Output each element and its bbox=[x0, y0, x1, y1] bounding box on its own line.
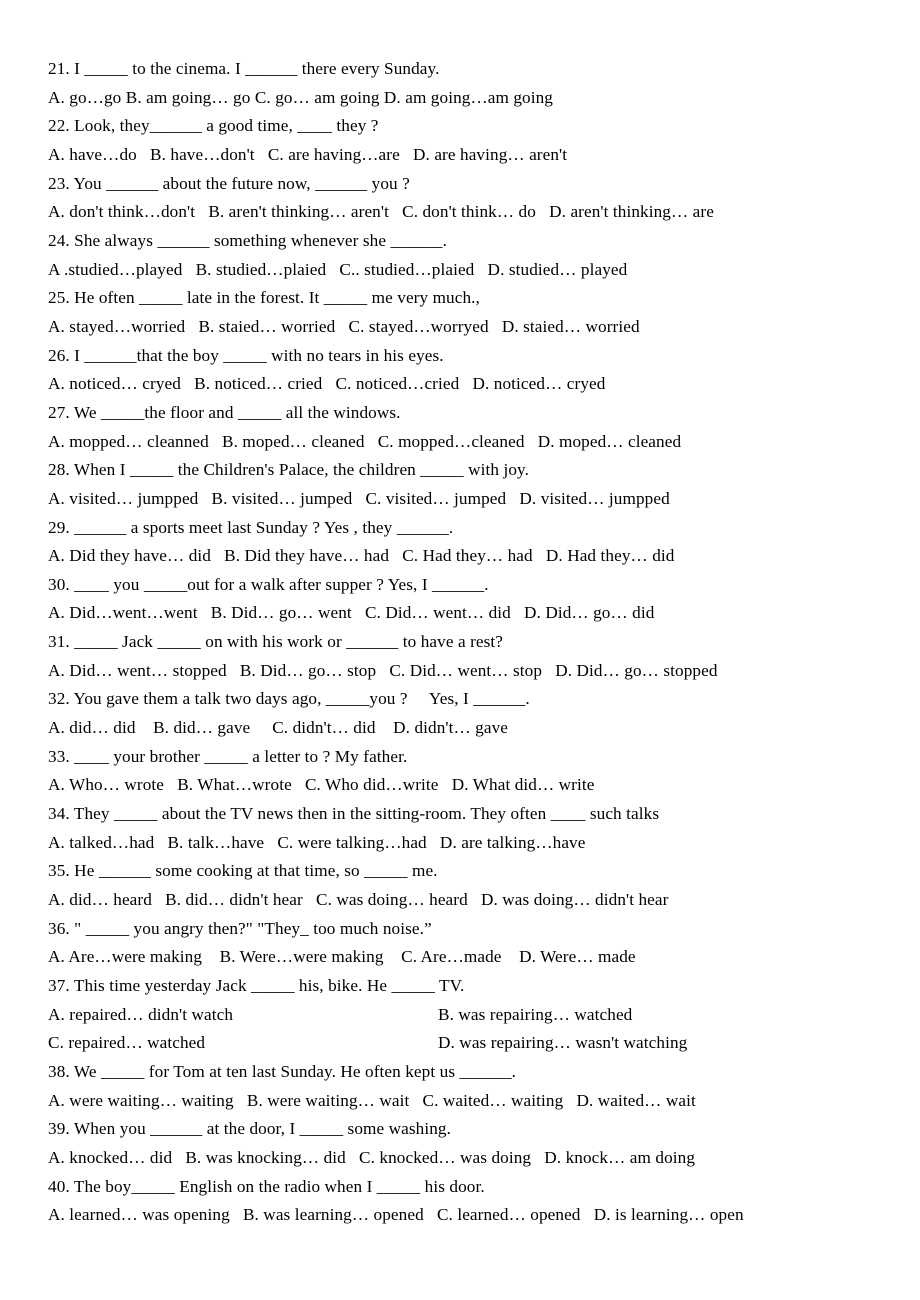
question-stem: 29. ______ a sports meet last Sunday ? Y… bbox=[48, 517, 454, 537]
question-stem: 37. This time yesterday Jack _____ his, … bbox=[48, 976, 465, 995]
question-options: A. did… did B. did… gave C. didn't… did … bbox=[48, 718, 509, 738]
question-options: A. stayed…worried B. staied… worried C. … bbox=[48, 316, 640, 336]
question-options: A. don't think…don't B. aren't thinking…… bbox=[48, 202, 714, 222]
question-stem: 36. " _____ you angry then?" "They_ too … bbox=[48, 918, 432, 938]
question-options-row-2: C. repaired… watched D. was repairing… w… bbox=[48, 1029, 875, 1058]
worksheet-page: 21. I _____ to the cinema. I ______ ther… bbox=[0, 0, 920, 1300]
question-options: A. Are…were making B. Were…were making C… bbox=[48, 947, 636, 967]
question-stem: 24. She always ______ something whenever… bbox=[48, 230, 448, 250]
question-34: 34. They _____ about the TV news then in… bbox=[48, 800, 875, 857]
question-stem: 31. _____ Jack _____ on with his work or… bbox=[48, 632, 504, 652]
question-options: A. did… heard B. did… didn't hear C. was… bbox=[48, 890, 669, 910]
question-options: A .studied…played B. studied…plaied C.. … bbox=[48, 259, 628, 279]
question-stem: 23. You ______ about the future now, ___… bbox=[48, 173, 410, 193]
question-stem: 33. ____ your brother _____ a letter to … bbox=[48, 746, 408, 766]
option-d: D. was repairing… wasn't watching bbox=[438, 1033, 688, 1053]
question-stem: 38. We _____ for Tom at ten last Sunday.… bbox=[48, 1061, 517, 1081]
question-29: 29. ______ a sports meet last Sunday ? Y… bbox=[48, 514, 875, 571]
question-options: A. Who… wrote B. What…wrote C. Who did…w… bbox=[48, 775, 595, 795]
question-options: A. Did…went…went B. Did… go… went C. Did… bbox=[48, 603, 655, 623]
question-27: 27. We _____the floor and _____ all the … bbox=[48, 399, 875, 456]
question-40: 40. The boy_____ English on the radio wh… bbox=[48, 1173, 875, 1230]
question-39: 39. When you ______ at the door, I _____… bbox=[48, 1115, 875, 1172]
question-stem: 28. When I _____ the Children's Palace, … bbox=[48, 460, 530, 480]
question-options: A. go…go B. am going… go C. go… am going… bbox=[48, 87, 553, 107]
question-stem: 25. He often _____ late in the forest. I… bbox=[48, 288, 480, 308]
question-37: 37. This time yesterday Jack _____ his, … bbox=[48, 972, 875, 1058]
question-options-row-1: A. repaired… didn't watch B. was repairi… bbox=[48, 1001, 875, 1030]
question-26: 26. I ______that the boy _____ with no t… bbox=[48, 342, 875, 399]
question-stem: 35. He ______ some cooking at that time,… bbox=[48, 861, 438, 881]
question-23: 23. You ______ about the future now, ___… bbox=[48, 170, 875, 227]
question-stem: 30. ____ you _____out for a walk after s… bbox=[48, 574, 489, 594]
question-stem: 39. When you ______ at the door, I _____… bbox=[48, 1119, 451, 1139]
question-24: 24. She always ______ something whenever… bbox=[48, 227, 875, 284]
question-options: A. noticed… cryed B. noticed… cried C. n… bbox=[48, 374, 606, 394]
question-30: 30. ____ you _____out for a walk after s… bbox=[48, 571, 875, 628]
option-a: A. repaired… didn't watch bbox=[48, 1004, 234, 1024]
question-stem: 22. Look, they______ a good time, ____ t… bbox=[48, 116, 379, 136]
question-32: 32. You gave them a talk two days ago, _… bbox=[48, 685, 875, 742]
question-options: A. Did… went… stopped B. Did… go… stop C… bbox=[48, 660, 718, 680]
question-options: A. talked…had B. talk…have C. were talki… bbox=[48, 832, 586, 852]
question-stem: 27. We _____the floor and _____ all the … bbox=[48, 402, 401, 422]
question-options: A. knocked… did B. was knocking… did C. … bbox=[48, 1147, 696, 1167]
question-22: 22. Look, they______ a good time, ____ t… bbox=[48, 112, 875, 169]
question-35: 35. He ______ some cooking at that time,… bbox=[48, 857, 875, 914]
option-b: B. was repairing… watched bbox=[438, 1004, 633, 1024]
question-stem: 40. The boy_____ English on the radio wh… bbox=[48, 1176, 485, 1196]
question-33: 33. ____ your brother _____ a letter to … bbox=[48, 743, 875, 800]
question-38: 38. We _____ for Tom at ten last Sunday.… bbox=[48, 1058, 875, 1115]
question-options: A. have…do B. have…don't C. are having…a… bbox=[48, 144, 568, 164]
question-25: 25. He often _____ late in the forest. I… bbox=[48, 284, 875, 341]
question-stem: 26. I ______that the boy _____ with no t… bbox=[48, 345, 444, 365]
question-36: 36. " _____ you angry then?" "They_ too … bbox=[48, 915, 875, 972]
option-c: C. repaired… watched bbox=[48, 1033, 206, 1053]
question-options: A. were waiting… waiting B. were waiting… bbox=[48, 1090, 696, 1110]
question-options: A. Did they have… did B. Did they have… … bbox=[48, 546, 675, 566]
question-stem: 21. I _____ to the cinema. I ______ ther… bbox=[48, 59, 440, 78]
question-21: 21. I _____ to the cinema. I ______ ther… bbox=[48, 55, 875, 112]
question-stem: 34. They _____ about the TV news then in… bbox=[48, 804, 660, 824]
question-options: A. visited… jumpped B. visited… jumped C… bbox=[48, 488, 670, 508]
question-stem: 32. You gave them a talk two days ago, _… bbox=[48, 689, 530, 709]
question-options: A. mopped… cleanned B. moped… cleaned C.… bbox=[48, 431, 682, 451]
question-options: A. learned… was opening B. was learning…… bbox=[48, 1205, 744, 1225]
question-28: 28. When I _____ the Children's Palace, … bbox=[48, 456, 875, 513]
question-31: 31. _____ Jack _____ on with his work or… bbox=[48, 628, 875, 685]
